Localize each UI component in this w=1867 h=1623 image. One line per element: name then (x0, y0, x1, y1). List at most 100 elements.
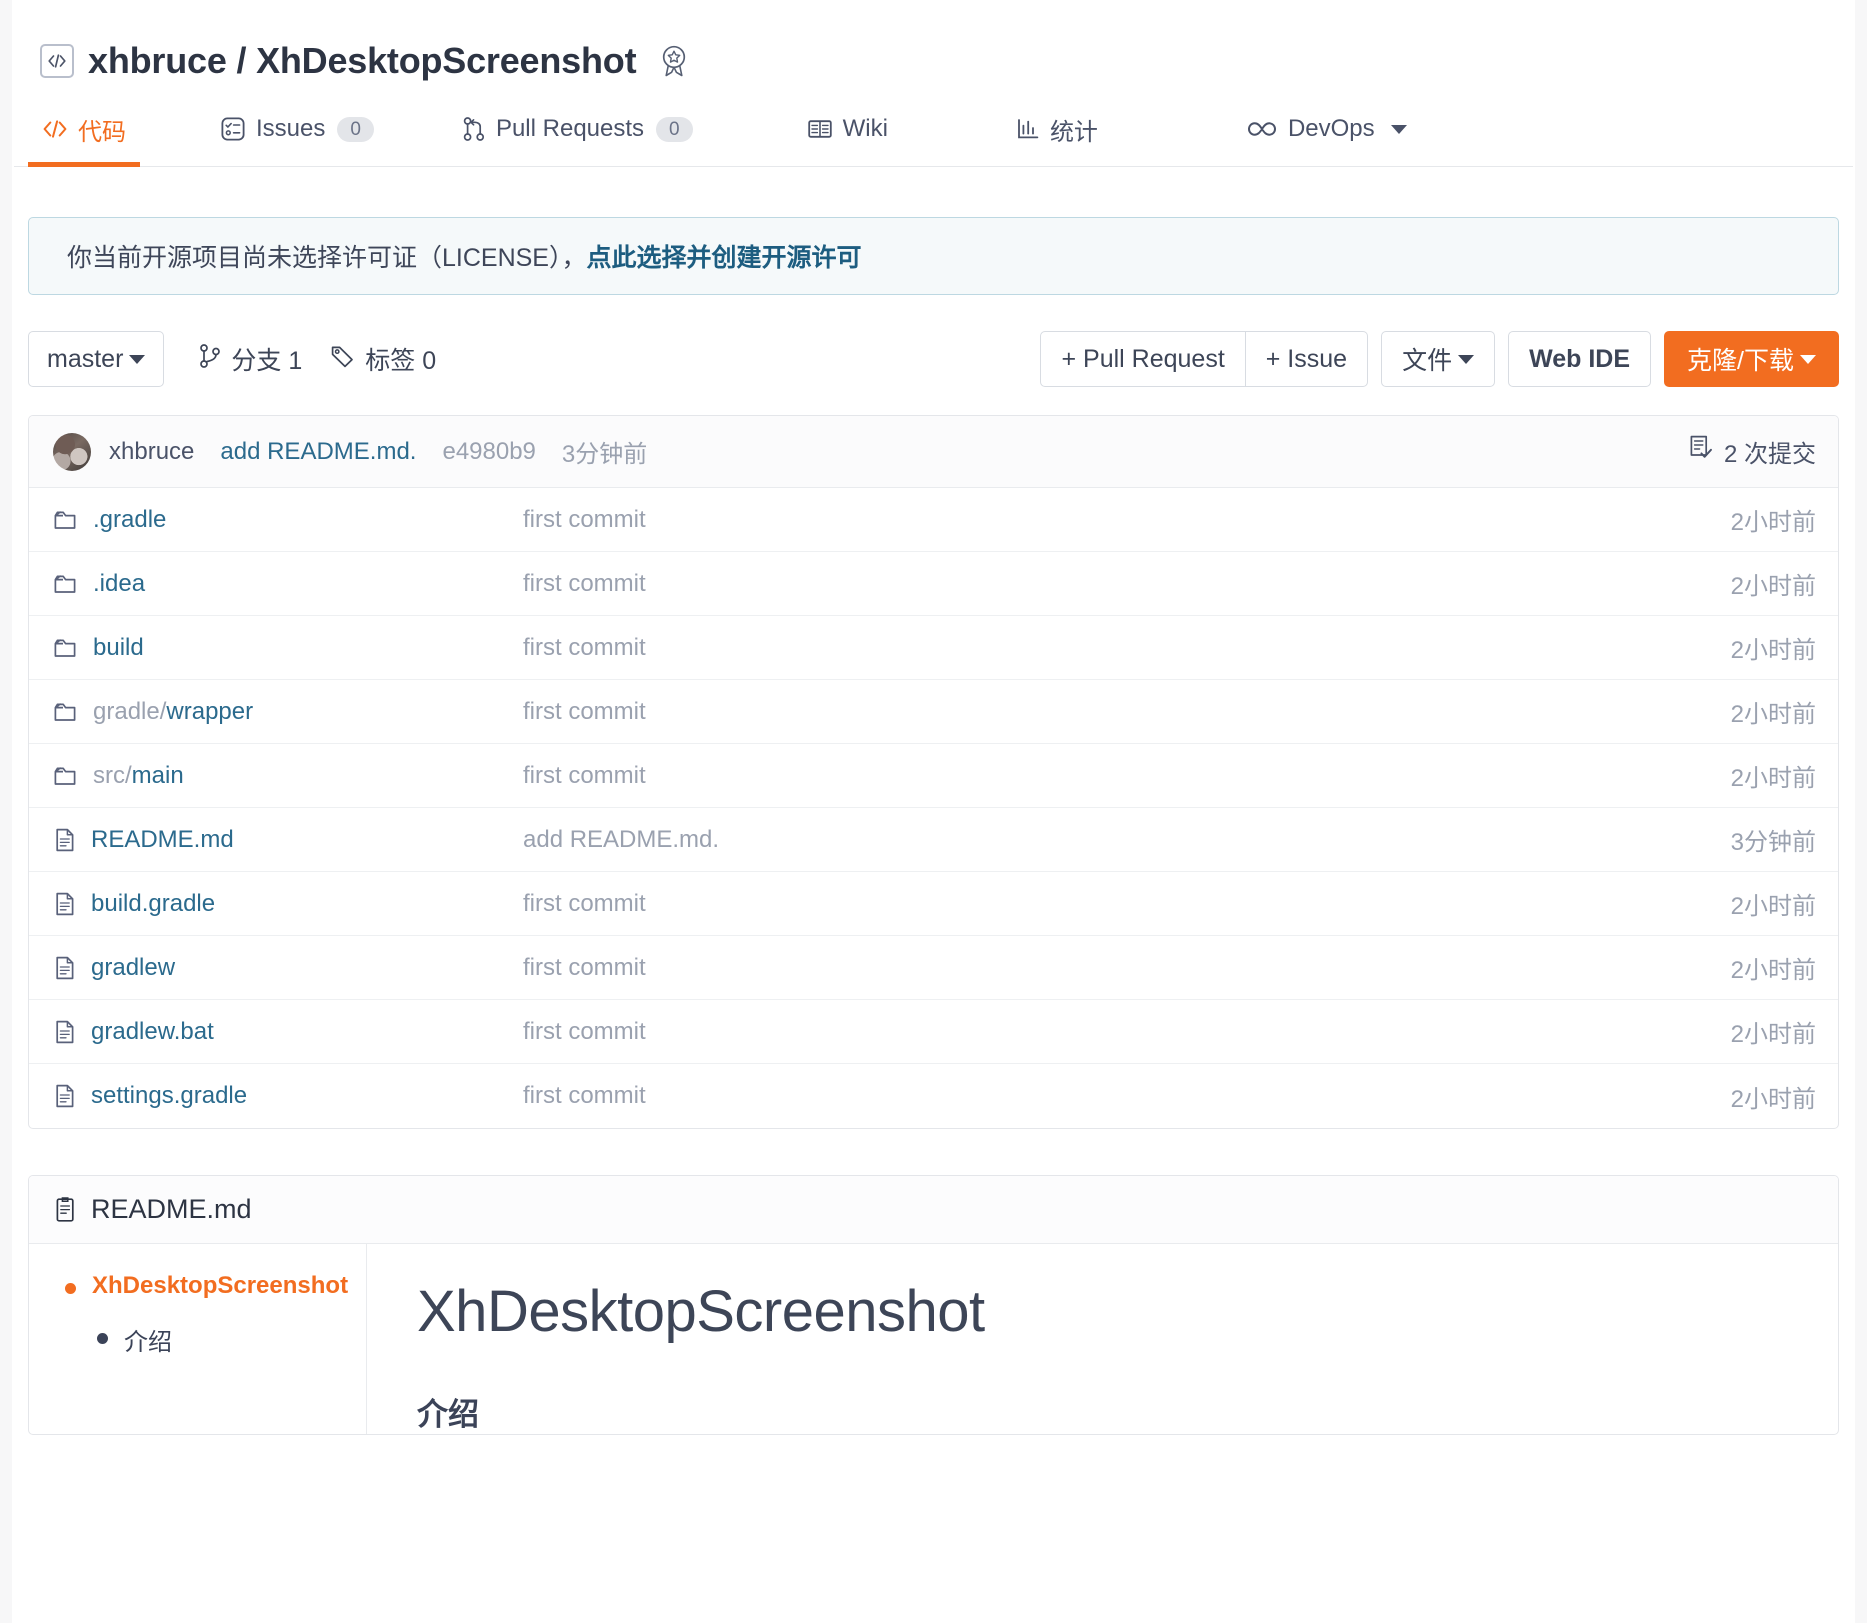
file-commit-message[interactable]: first commit (523, 1018, 1731, 1046)
web-ide-button[interactable]: Web IDE (1508, 331, 1652, 387)
file-name-label: main (131, 761, 184, 789)
bullet-icon (97, 1333, 108, 1344)
file-name-cell[interactable]: README.md (53, 826, 523, 854)
file-age: 2小时前 (1730, 765, 1816, 792)
tab-pull-requests[interactable]: Pull Requests 0 (448, 92, 707, 166)
branches-link[interactable]: 分支 1 (198, 341, 302, 377)
file-icon (53, 1019, 77, 1045)
commit-author[interactable]: xhbruce (109, 438, 194, 466)
readme-body: XhDesktopScreenshot 介绍 XhDesktopScreensh… (29, 1244, 1838, 1434)
repo-header: xhbruce / XhDesktopScreenshot (14, 0, 1853, 92)
nav-spacer-1 (140, 92, 206, 166)
commit-message[interactable]: add README.md. (220, 438, 416, 466)
tab-issues-label: Issues (256, 115, 326, 142)
table-row[interactable]: gradlew first commit 2小时前 (29, 936, 1838, 1000)
readme-header-title: README.md (91, 1194, 252, 1224)
tags-link[interactable]: 标签 0 (330, 341, 436, 377)
repo-name[interactable]: XhDesktopScreenshot (256, 40, 637, 81)
files-menu-button[interactable]: 文件 (1381, 331, 1496, 387)
tab-statistics-label: 统计 (1049, 118, 1098, 146)
commit-history-icon (1688, 434, 1714, 469)
folder-icon (53, 765, 79, 787)
tab-code[interactable]: 代码 (28, 92, 140, 167)
tab-pull-requests-count: 0 (656, 116, 693, 142)
branch-selector[interactable]: master (28, 331, 165, 387)
folder-icon (53, 573, 79, 595)
tab-devops[interactable]: DevOps (1232, 92, 1421, 166)
license-notice-link[interactable]: 点此选择并创建开源许可 (586, 238, 861, 274)
file-commit-message[interactable]: first commit (523, 634, 1731, 662)
avatar[interactable] (53, 432, 91, 471)
new-pull-request-button[interactable]: + Pull Request (1040, 331, 1246, 387)
file-name-cell[interactable]: gradle/wrapper (53, 698, 523, 726)
file-path-prefix: src/ (93, 761, 132, 789)
tab-wiki[interactable]: Wiki (793, 92, 902, 166)
table-row[interactable]: gradlew.bat first commit 2小时前 (29, 1000, 1838, 1064)
folder-icon (53, 701, 79, 723)
readme-toc: XhDesktopScreenshot 介绍 (29, 1244, 367, 1434)
table-row[interactable]: build first commit 2小时前 (29, 616, 1838, 680)
table-row[interactable]: .gradle first commit 2小时前 (29, 488, 1838, 552)
file-commit-message[interactable]: first commit (523, 762, 1731, 790)
file-icon (53, 891, 77, 917)
file-commit-message[interactable]: first commit (523, 1082, 1731, 1110)
file-name-cell[interactable]: .idea (53, 570, 523, 598)
chevron-down-icon (1458, 354, 1475, 364)
toc-item-level1[interactable]: XhDesktopScreenshot (29, 1272, 366, 1300)
file-age: 2小时前 (1730, 1021, 1816, 1048)
file-commit-message[interactable]: first commit (523, 698, 1731, 726)
folder-icon (53, 637, 79, 659)
license-notice-text: 你当前开源项目尚未选择许可证（LICENSE）， (67, 244, 587, 272)
branches-label: 分支 1 (231, 347, 303, 375)
clone-download-button[interactable]: 克隆/下载 (1664, 331, 1839, 387)
file-name-label: settings.gradle (91, 1082, 248, 1109)
chevron-down-icon (1800, 354, 1816, 364)
award-star-icon[interactable] (658, 44, 690, 78)
new-issue-button[interactable]: + Issue (1245, 331, 1369, 387)
pull-request-icon (462, 116, 486, 142)
file-name-cell[interactable]: src/main (53, 762, 523, 790)
tags-label: 标签 0 (365, 347, 437, 375)
file-commit-message[interactable]: first commit (523, 890, 1731, 918)
table-row[interactable]: .idea first commit 2小时前 (29, 552, 1838, 616)
table-row[interactable]: src/main first commit 2小时前 (29, 744, 1838, 808)
code-icon (40, 44, 74, 78)
file-name-cell[interactable]: gradlew.bat (53, 1018, 523, 1046)
file-name-cell[interactable]: gradlew (53, 954, 523, 982)
table-row[interactable]: gradle/wrapper first commit 2小时前 (29, 680, 1838, 744)
file-name-label: gradlew (91, 953, 176, 981)
file-commit-message[interactable]: first commit (523, 506, 1731, 534)
file-age: 2小时前 (1730, 893, 1816, 920)
file-icon (53, 1083, 77, 1109)
commit-sha[interactable]: e4980b9 (442, 438, 535, 466)
file-name-cell[interactable]: settings.gradle (53, 1082, 523, 1110)
toc-item-label: XhDesktopScreenshot (92, 1272, 349, 1299)
table-row[interactable]: README.md add README.md. 3分钟前 (29, 808, 1838, 872)
toc-item-level2[interactable]: 介绍 (29, 1322, 366, 1357)
file-name-cell[interactable]: build (53, 634, 523, 662)
file-name-label: README.md (91, 825, 234, 853)
file-commit-message[interactable]: first commit (523, 954, 1731, 982)
infinity-icon (1246, 120, 1278, 138)
nav-spacer-5 (1112, 92, 1232, 166)
file-commit-message[interactable]: add README.md. (523, 826, 1731, 854)
folder-icon (53, 509, 79, 531)
branch-selector-label: master (47, 344, 124, 373)
page-title: xhbruce / XhDesktopScreenshot (88, 40, 637, 82)
nav-spacer-2 (388, 92, 448, 166)
file-age: 3分钟前 (1730, 829, 1816, 856)
license-notice: 你当前开源项目尚未选择许可证（LICENSE）， 点此选择并创建开源许可 (28, 217, 1839, 295)
file-path-prefix: gradle/ (93, 697, 167, 725)
tab-statistics[interactable]: 统计 (1002, 92, 1112, 166)
repo-nav-tabs: 代码 Issues 0 Pull Requests 0 Wiki 统计 DevO… (14, 92, 1853, 167)
file-name-cell[interactable]: .gradle (53, 506, 523, 534)
repo-owner[interactable]: xhbruce (88, 40, 227, 81)
table-row[interactable]: build.gradle first commit 2小时前 (29, 872, 1838, 936)
table-row[interactable]: settings.gradle first commit 2小时前 (29, 1064, 1838, 1128)
repo-action-buttons: + Pull Request + Issue 文件 Web IDE 克隆/下载 (1040, 331, 1839, 387)
commit-history-link[interactable]: 2 次提交 (1688, 434, 1816, 469)
file-commit-message[interactable]: first commit (523, 570, 1731, 598)
file-name-label: wrapper (166, 697, 254, 725)
tab-issues[interactable]: Issues 0 (206, 92, 388, 166)
file-name-cell[interactable]: build.gradle (53, 890, 523, 918)
